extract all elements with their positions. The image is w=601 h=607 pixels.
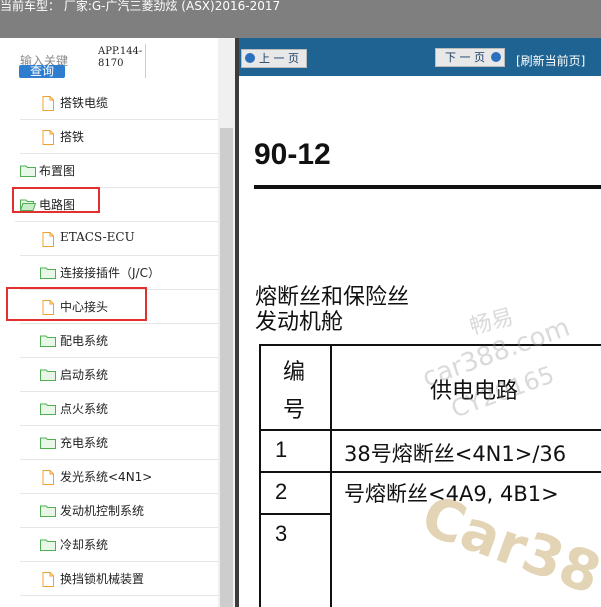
nav-bar: 上 一 页 下 一 页 [刷新当前页] [239, 38, 601, 76]
scroll-thumb[interactable] [220, 128, 233, 607]
tree-item-lighting-system[interactable]: 发光系统<4N1> [20, 460, 218, 494]
document-icon [42, 470, 54, 485]
prev-page-label: 上 一 页 [259, 52, 299, 65]
section-subheading: 发动机舱 [255, 310, 344, 335]
app-label-line1: APP.144- [98, 46, 143, 57]
tree-item-starting-system[interactable]: 启动系统 [20, 358, 218, 392]
page-rule [254, 185, 601, 189]
tree-item-label: ETACS-ECU [60, 230, 135, 244]
scroll-up-arrow-icon[interactable] [218, 38, 235, 54]
highlight-box [12, 187, 100, 213]
tree-item-charging-system[interactable]: 充电系统 [20, 426, 218, 460]
document-icon [42, 96, 54, 111]
tree-item-label: 充电系统 [60, 436, 109, 450]
tree-item-power-distribution[interactable]: 配电系统 [20, 324, 218, 358]
prev-page-button[interactable]: 上 一 页 [241, 49, 307, 68]
search-row: 输入关键 查询 APP.144- 8170 [0, 38, 218, 86]
next-page-label: 下 一 页 [445, 51, 485, 64]
tree-item-label: 冷却系统 [60, 538, 109, 552]
folder-icon [40, 267, 56, 279]
tree-item-label: 搭铁 [60, 130, 85, 144]
tree-item-label: 发动机控制系统 [60, 504, 145, 518]
table-row: 3 [259, 515, 332, 607]
query-button[interactable]: 查询 [19, 65, 65, 78]
refresh-page-link[interactable]: [刷新当前页] [516, 52, 585, 69]
col1-header-line2: 号 [283, 398, 306, 423]
tree-item-cooling-system[interactable]: 冷却系统 [20, 528, 218, 562]
tree-item-label: 连接接插件（J/C） [60, 266, 160, 280]
document-icon [42, 232, 54, 247]
col2-header: 供电电路 [430, 379, 519, 404]
tree-item-ignition-system[interactable]: 点火系统 [20, 392, 218, 426]
table-row: 1 [259, 431, 332, 473]
tree-item-label: 换挡锁机械装置 [60, 572, 145, 586]
row-number: 2 [275, 479, 288, 504]
folder-icon [40, 335, 56, 347]
folder-icon [40, 437, 56, 449]
table-row: 38号熔断丝<4N1>/36 [332, 431, 601, 473]
app-label-line2: 8170 [98, 58, 124, 69]
folder-icon [40, 539, 56, 551]
tree-item-label: 点火系统 [60, 402, 109, 416]
tree-item-etacs-ecu[interactable]: ETACS-ECU [20, 222, 218, 256]
tree-item-junction-connector[interactable]: 连接接插件（J/C） [20, 256, 218, 290]
document-icon [42, 130, 54, 145]
row-number: 1 [275, 437, 288, 462]
tree-item-label: 发光系统<4N1> [60, 470, 153, 484]
watermark: 畅易 [467, 304, 517, 341]
table-header-cell: 供电电路 [332, 344, 601, 431]
folder-icon [40, 403, 56, 415]
document-viewer: 上 一 页 下 一 页 [刷新当前页] 90-12 熔断丝和保险丝 发动机舱 编… [239, 38, 601, 607]
folder-icon [40, 505, 56, 517]
document-icon [42, 572, 54, 587]
left-scrollbar[interactable] [218, 38, 235, 607]
next-page-button[interactable]: 下 一 页 [435, 48, 505, 67]
left-panel: 输入关键 查询 APP.144- 8170 搭铁电缆 搭铁 布置图 电路图 ET… [0, 38, 235, 607]
tree-item-ground-cable[interactable]: 搭铁电缆 [20, 86, 218, 120]
tree-item-label: 布置图 [39, 164, 76, 178]
table-header-cell: 编 号 [259, 344, 332, 431]
col1-header-line1: 编 [283, 360, 306, 385]
arrow-right-icon [491, 52, 501, 62]
app-label: APP.144- 8170 [98, 46, 142, 70]
row-text: 38号熔断丝<4N1>/36 [344, 442, 567, 466]
page-number: 90-12 [254, 138, 331, 171]
table-row: 号熔断丝<4A9, 4B1> [332, 473, 601, 515]
tree-item-ground[interactable]: 搭铁 [20, 120, 218, 154]
tree-item-engine-control[interactable]: 发动机控制系统 [20, 494, 218, 528]
folder-icon [20, 165, 36, 177]
tree-item-label: 搭铁电缆 [60, 96, 109, 110]
tree-item-label: 配电系统 [60, 334, 109, 348]
tree-item-layout[interactable]: 布置图 [15, 154, 218, 188]
row-number: 3 [275, 521, 288, 546]
divider [145, 44, 146, 78]
tree-item-label: 启动系统 [60, 368, 109, 382]
top-bar: 当前车型： 厂家:G-广汽三菱劲炫 (ASX)2016-2017 [0, 0, 601, 38]
arrow-left-icon [245, 53, 255, 63]
highlight-box [6, 287, 147, 321]
tree-item-shift-lock[interactable]: 换挡锁机械装置 [20, 562, 218, 596]
folder-icon [40, 369, 56, 381]
table-row: 2 [259, 473, 332, 515]
row-text: 号熔断丝<4A9, 4B1> [344, 482, 559, 506]
current-model-title: 当前车型： 厂家:G-广汽三菱劲炫 (ASX)2016-2017 [0, 0, 281, 13]
